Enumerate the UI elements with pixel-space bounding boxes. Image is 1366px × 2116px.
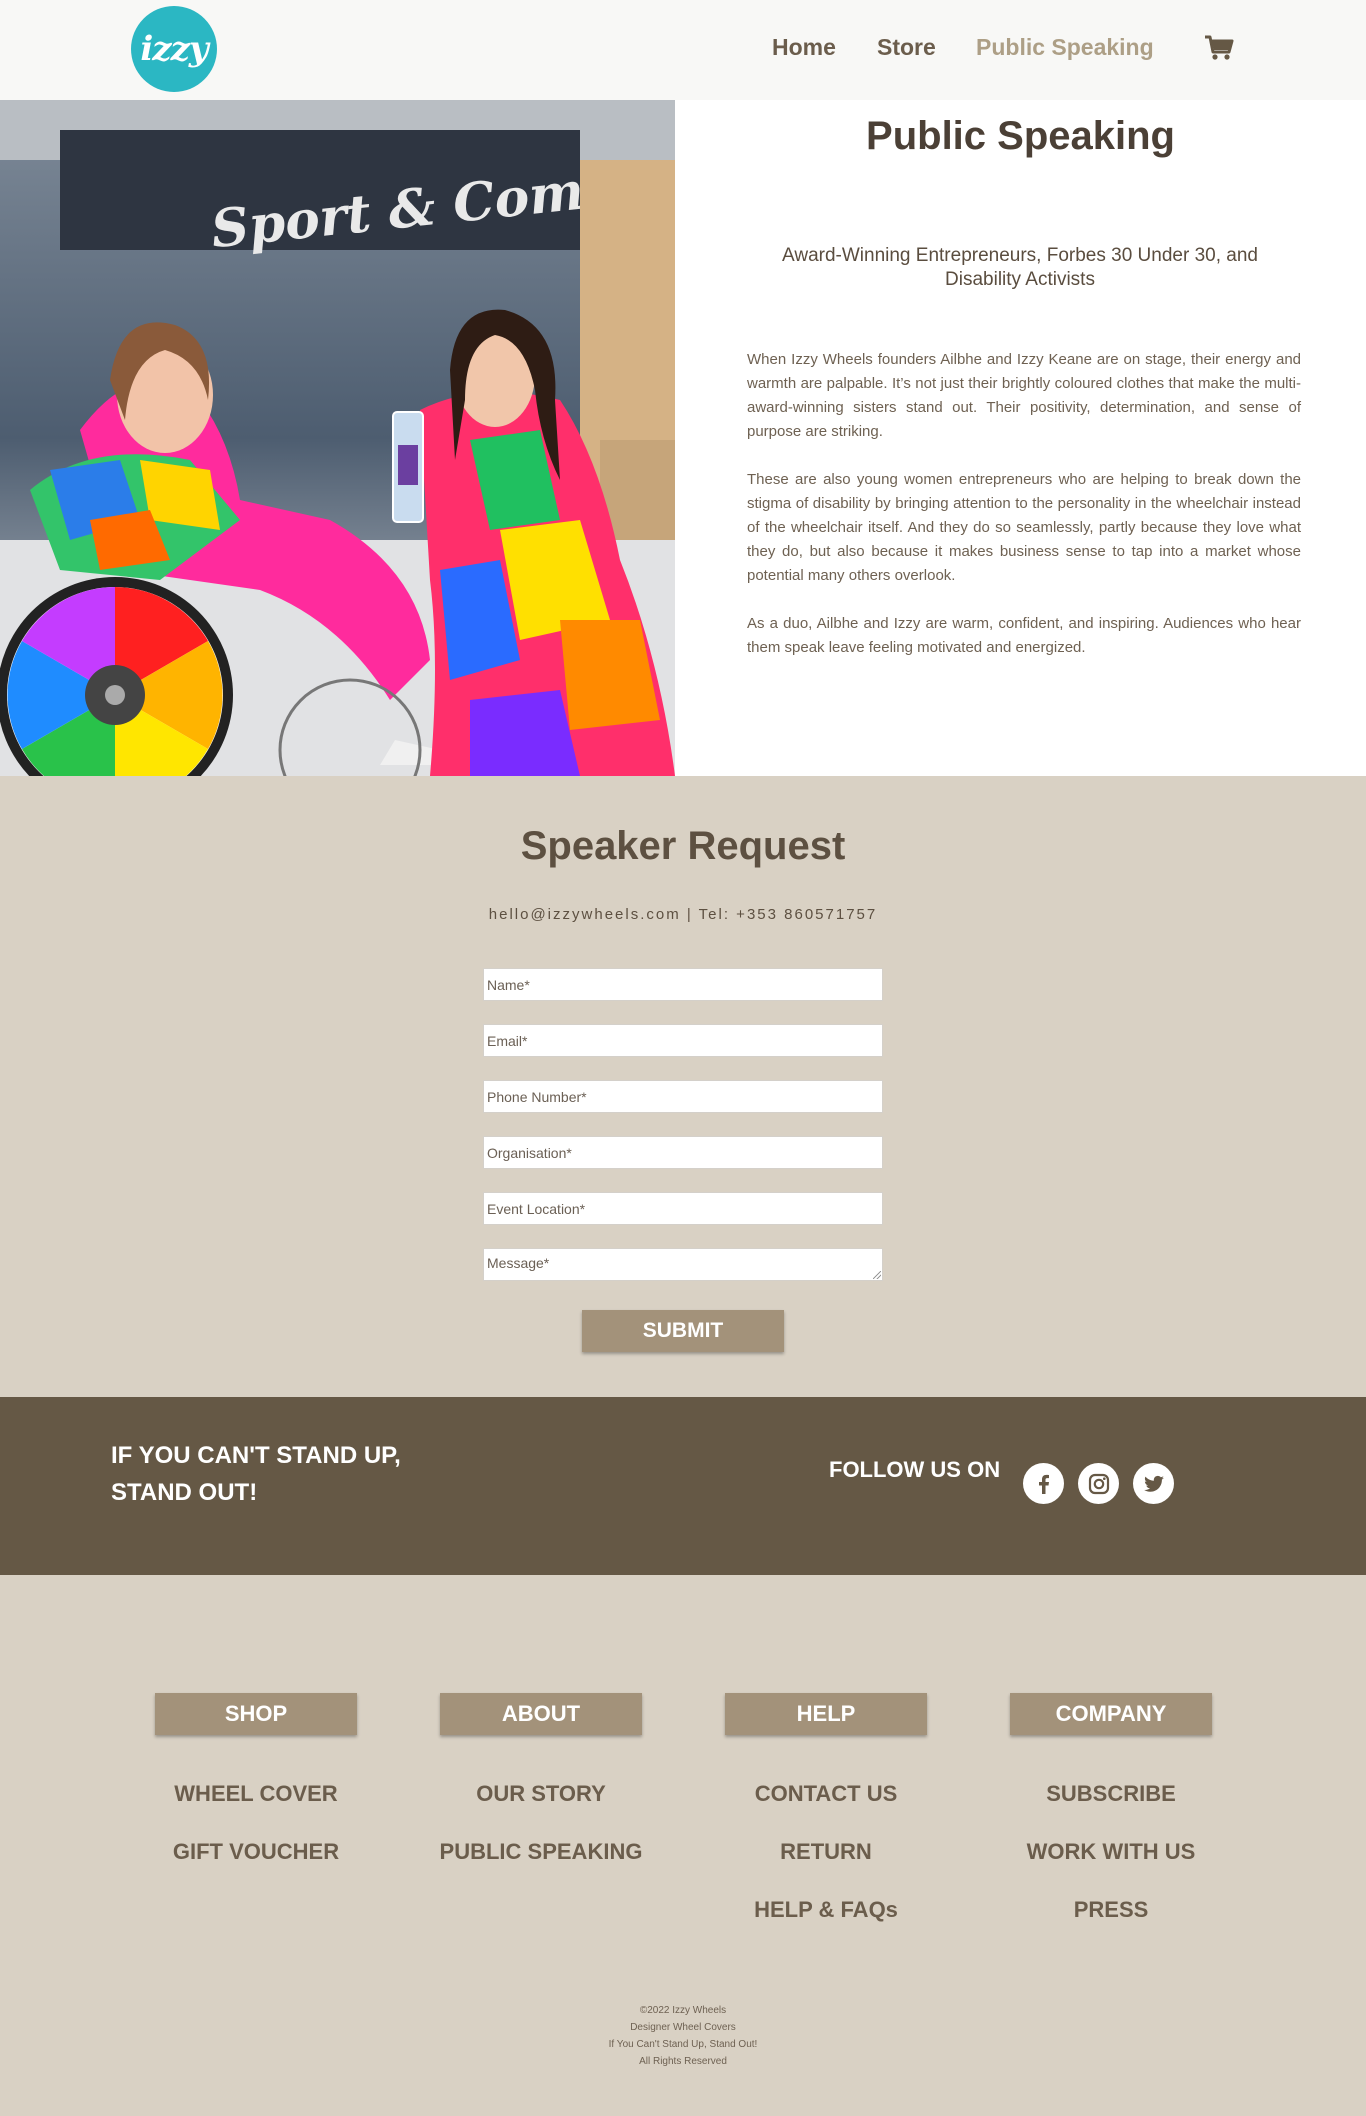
copyright-line: ©2022 Izzy Wheels (639, 2005, 727, 2016)
hero-paragraph: These are also young women entrepreneurs… (747, 471, 1301, 584)
email-placeholder: Email* (487, 1033, 528, 1049)
hero-photo: Sport & Competition (0, 100, 675, 776)
slogan-band: IF YOU CAN'T STAND UP, STAND OUT! FOLLOW… (0, 1397, 1366, 1575)
organisation-placeholder: Organisation* (487, 1145, 572, 1161)
copyright: ©2022 Izzy Wheels Designer Wheel Covers … (0, 2002, 1366, 2070)
footer-link-work-with-us[interactable]: WORK WITH US (981, 1839, 1241, 1865)
email-field[interactable]: Email* (483, 1024, 883, 1057)
facebook-icon[interactable] (1023, 1463, 1064, 1504)
copyright-line: Designer Wheel Covers (630, 2022, 736, 2033)
name-placeholder: Name* (487, 977, 530, 993)
nav-public-speaking[interactable]: Public Speaking (976, 34, 1154, 61)
hero-text-panel: Public Speaking Award-Winning Entreprene… (675, 100, 1366, 776)
slogan-line: STAND OUT! (111, 1479, 258, 1506)
copyright-line: If You Can't Stand Up, Stand Out! (608, 2039, 758, 2050)
name-field[interactable]: Name* (483, 968, 883, 1001)
footer-link-contact-us[interactable]: CONTACT US (696, 1781, 956, 1807)
message-placeholder: Message* (487, 1255, 550, 1271)
footer-column-about: ABOUT OUR STORY PUBLIC SPEAKING (440, 1693, 642, 1864)
logo[interactable]: izzy (131, 6, 217, 92)
cart-icon[interactable] (1204, 34, 1234, 62)
footer-link-gift-voucher[interactable]: GIFT VOUCHER (126, 1839, 386, 1865)
footer-link-wheel-cover[interactable]: WHEEL COVER (126, 1781, 386, 1807)
phone-placeholder: Phone Number* (487, 1089, 587, 1105)
speaker-request-title: Speaker Request (520, 824, 846, 868)
event-location-field[interactable]: Event Location* (483, 1192, 883, 1225)
footer-link-return[interactable]: RETURN (696, 1839, 956, 1865)
instagram-icon[interactable] (1078, 1463, 1119, 1504)
footer-column-shop: SHOP WHEEL COVER GIFT VOUCHER (155, 1693, 357, 1864)
footer-column-company: COMPANY SUBSCRIBE WORK WITH US PRESS (1010, 1693, 1212, 1922)
footer-heading-company[interactable]: COMPANY (1010, 1693, 1212, 1735)
resize-handle-icon[interactable] (873, 1271, 881, 1279)
contact-info: hello@izzywheels.com | Tel: +353 8605717… (488, 906, 878, 923)
nav-home[interactable]: Home (772, 34, 836, 61)
footer-heading-shop[interactable]: SHOP (155, 1693, 357, 1735)
footer-link-press[interactable]: PRESS (981, 1897, 1241, 1923)
message-field[interactable]: Message* (483, 1248, 883, 1281)
submit-button[interactable]: SUBMIT (582, 1310, 784, 1352)
page-title: Public Speaking (866, 114, 1175, 158)
event-location-placeholder: Event Location* (487, 1201, 586, 1217)
slogan-line: IF YOU CAN'T STAND UP, (111, 1442, 401, 1469)
hero-paragraph: As a duo, Ailbhe and Izzy are warm, conf… (747, 615, 1301, 656)
footer-link-help-faqs[interactable]: HELP & FAQs (696, 1897, 956, 1923)
copyright-line: All Rights Reserved (639, 2056, 727, 2067)
footer-link-public-speaking[interactable]: PUBLIC SPEAKING (411, 1839, 671, 1865)
site-header: izzy Home Store Public Speaking (0, 0, 1366, 100)
footer-link-subscribe[interactable]: SUBSCRIBE (981, 1781, 1241, 1807)
nav-store[interactable]: Store (877, 34, 936, 61)
organisation-field[interactable]: Organisation* (483, 1136, 883, 1169)
footer-link-our-story[interactable]: OUR STORY (411, 1781, 671, 1807)
footer-column-help: HELP CONTACT US RETURN HELP & FAQs (725, 1693, 927, 1922)
logo-text: izzy (140, 29, 208, 69)
footer-heading-help[interactable]: HELP (725, 1693, 927, 1735)
twitter-icon[interactable] (1133, 1463, 1174, 1504)
footer-heading-about[interactable]: ABOUT (440, 1693, 642, 1735)
follow-label: FOLLOW US ON (829, 1457, 1001, 1482)
hero-subtitle: Award-Winning Entrepreneurs, Forbes 30 U… (782, 245, 1258, 290)
slogan: IF YOU CAN'T STAND UP, STAND OUT! (111, 1437, 401, 1511)
phone-field[interactable]: Phone Number* (483, 1080, 883, 1113)
hero-paragraph: When Izzy Wheels founders Ailbhe and Izz… (747, 351, 1301, 440)
